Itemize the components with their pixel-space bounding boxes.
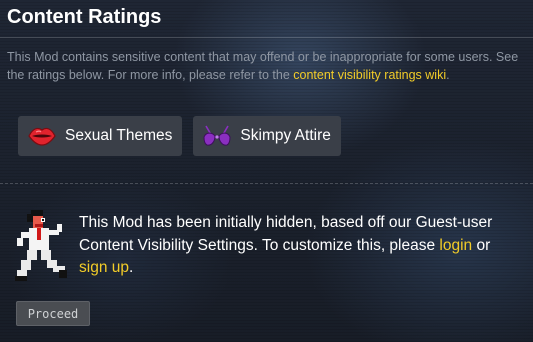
notice-connector: or	[472, 236, 491, 254]
notice-end: .	[128, 259, 134, 276]
hidden-notice: This Mod has been initially hidden, base…	[79, 212, 519, 280]
login-link[interactable]: login	[439, 237, 472, 254]
title-divider	[0, 37, 533, 38]
rating-label: Sexual Themes	[65, 127, 173, 144]
description-end: .	[446, 68, 450, 82]
lips-icon	[27, 123, 57, 149]
content-ratings-panel: Content Ratings This Mod contains sensit…	[0, 0, 533, 342]
section-title: Content Ratings	[7, 6, 162, 28]
running-character-icon	[13, 208, 69, 286]
ratings-description: This Mod contains sensitive content that…	[7, 48, 527, 84]
bikini-top-icon	[202, 123, 232, 149]
rating-badges: Sexual Themes Skimpy Attire	[18, 116, 341, 156]
rating-badge-skimpy-attire: Skimpy Attire	[193, 116, 341, 156]
visibility-wiki-link[interactable]: content visibility ratings wiki	[293, 68, 446, 82]
notice-text: This Mod has been initially hidden, base…	[79, 214, 493, 254]
proceed-button[interactable]: Proceed	[16, 301, 90, 326]
signup-link[interactable]: sign up	[79, 259, 129, 276]
section-divider	[0, 183, 533, 184]
rating-label: Skimpy Attire	[240, 127, 331, 144]
rating-badge-sexual-themes: Sexual Themes	[18, 116, 183, 156]
